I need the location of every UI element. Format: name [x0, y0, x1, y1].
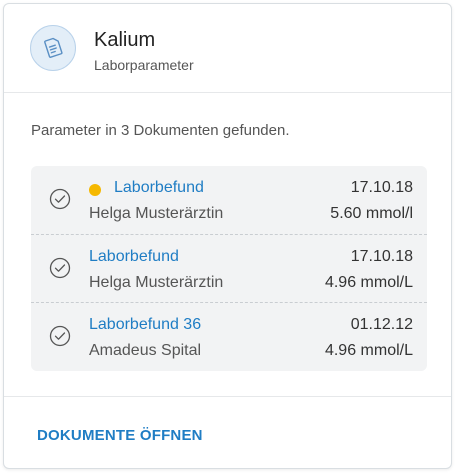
- check-circle-icon: [49, 257, 71, 279]
- check-circle-icon: [49, 325, 71, 347]
- parameter-value: 5.60 mmol/l: [330, 205, 413, 222]
- document-link[interactable]: Laborbefund 36: [89, 316, 201, 334]
- document-link[interactable]: Laborbefund: [89, 248, 179, 266]
- parameter-value: 4.96 mmol/L: [324, 342, 413, 359]
- list-item[interactable]: Laborbefund 36 Amadeus Spital 01.12.12 4…: [31, 302, 427, 371]
- document-source: Helga Musterärztin: [89, 274, 224, 291]
- check-circle-icon: [49, 188, 71, 210]
- results-summary: Parameter in 3 Dokumenten gefunden.: [31, 122, 290, 139]
- document-date: 17.10.18: [350, 179, 413, 196]
- card-footer: DOKUMENTE ÖFFNEN: [4, 396, 451, 468]
- card-title: Kalium: [94, 29, 156, 51]
- lab-document-icon: [30, 25, 76, 71]
- document-source: Amadeus Spital: [89, 342, 202, 359]
- parameter-value: 4.96 mmol/L: [324, 274, 413, 291]
- card-header: Kalium Laborparameter: [4, 4, 451, 93]
- document-list: Laborbefund Helga Musterärztin 17.10.18 …: [31, 166, 427, 371]
- list-item[interactable]: Laborbefund Helga Musterärztin 17.10.18 …: [31, 234, 427, 303]
- document-source: Helga Musterärztin: [89, 205, 224, 222]
- lab-parameter-card: Kalium Laborparameter Parameter in 3 Dok…: [3, 3, 452, 469]
- unread-indicator-dot: [89, 184, 101, 196]
- document-link[interactable]: Laborbefund: [114, 179, 204, 197]
- card-subtitle: Laborparameter: [94, 57, 194, 73]
- open-documents-button[interactable]: DOKUMENTE ÖFFNEN: [37, 427, 203, 444]
- document-date: 01.12.12: [350, 316, 413, 333]
- document-date: 17.10.18: [350, 248, 413, 265]
- list-item[interactable]: Laborbefund Helga Musterärztin 17.10.18 …: [31, 166, 427, 234]
